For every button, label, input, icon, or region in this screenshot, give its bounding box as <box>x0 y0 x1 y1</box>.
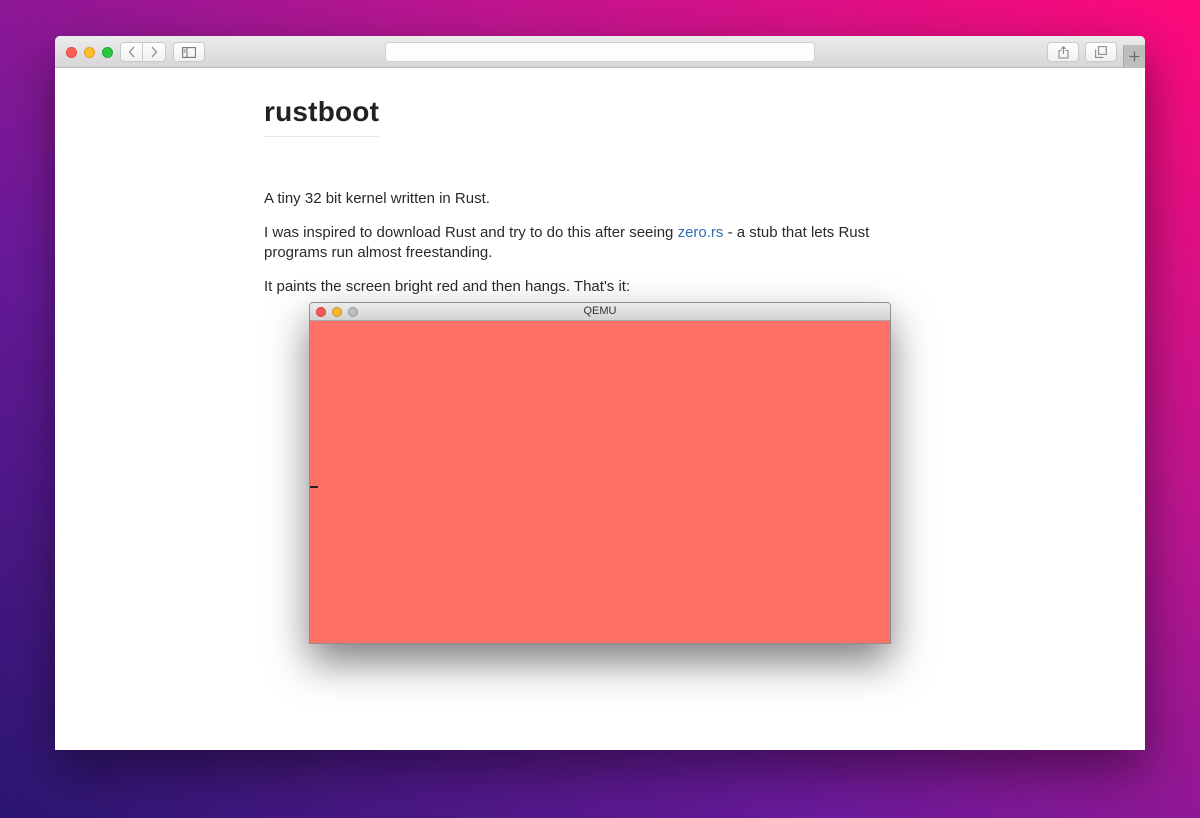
qemu-red-screen <box>310 321 890 643</box>
back-button[interactable] <box>120 42 143 62</box>
new-tab-button[interactable] <box>1123 45 1145 68</box>
browser-window: rustboot A tiny 32 bit kernel written in… <box>55 36 1145 750</box>
behavior-paragraph: It paints the screen bright red and then… <box>264 278 631 295</box>
browser-toolbar <box>55 36 1145 68</box>
plus-icon <box>1129 51 1140 62</box>
forward-button[interactable] <box>143 42 166 62</box>
inspiration-text-before: I was inspired to download Rust and try … <box>264 224 678 241</box>
qemu-title: QEMU <box>583 305 617 317</box>
zero-rs-link[interactable]: zero.rs <box>678 224 724 241</box>
maximize-window-button[interactable] <box>102 47 113 58</box>
share-icon <box>1057 45 1069 59</box>
page-content: rustboot A tiny 32 bit kernel written in… <box>55 68 1145 750</box>
share-button[interactable] <box>1047 42 1079 62</box>
chevron-left-icon <box>128 46 134 58</box>
chevron-right-icon <box>151 46 158 58</box>
close-window-button[interactable] <box>66 47 77 58</box>
tabs-overview-icon <box>1095 46 1107 58</box>
minimize-window-button[interactable] <box>84 47 95 58</box>
address-bar[interactable] <box>385 42 815 62</box>
qemu-title-bar: QEMU <box>310 303 890 321</box>
sidebar-toggle-button[interactable] <box>173 42 205 62</box>
page-title: rustboot <box>264 96 380 137</box>
inspiration-paragraph: I was inspired to download Rust and try … <box>264 223 934 263</box>
text-cursor <box>310 486 318 488</box>
sidebar-icon <box>182 46 196 58</box>
intro-paragraph: A tiny 32 bit kernel written in Rust. <box>264 190 490 207</box>
show-tabs-button[interactable] <box>1085 42 1117 62</box>
qemu-window-screenshot: QEMU <box>309 302 891 644</box>
